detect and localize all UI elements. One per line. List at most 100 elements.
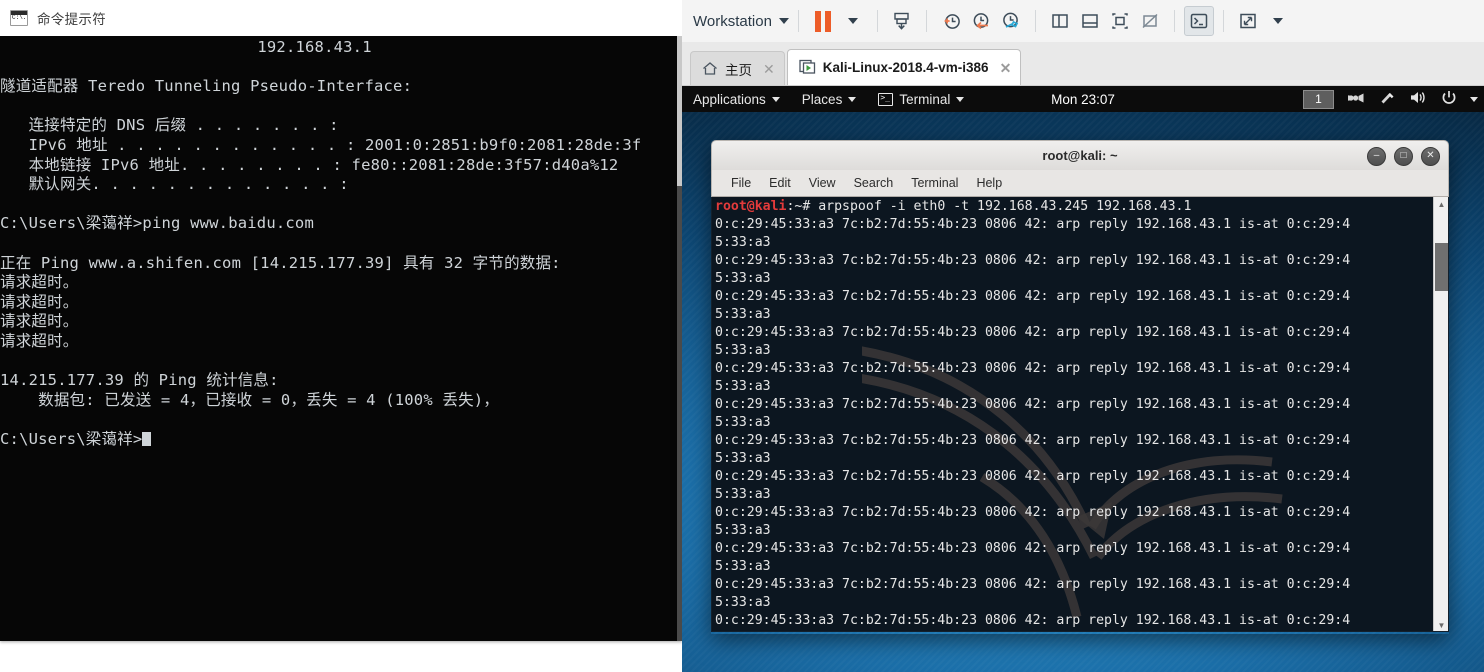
vmware-tab-strip: 主页 ✕ Kali-Linux-2018.4-vm-i386 ✕ [682, 42, 1484, 86]
screencast-icon[interactable] [1347, 91, 1366, 108]
fit-guest-icon [1112, 13, 1128, 29]
prompt-path: :~# [786, 199, 811, 214]
cmd-line [0, 58, 641, 78]
prompt-user: root@kali [715, 199, 787, 214]
snapshot-save-button[interactable] [887, 6, 917, 36]
chevron-down-icon[interactable] [1470, 96, 1478, 102]
fullscreen-button[interactable] [1233, 6, 1263, 36]
terminal-output: root@kali:~# arpspoof -i eth0 -t 192.168… [715, 198, 1432, 631]
terminal-menu-terminal[interactable]: Terminal [902, 176, 967, 190]
cmd-line: 本地链接 IPv6 地址. . . . . . . . : fe80::2081… [0, 155, 619, 174]
cmd-icon [10, 10, 28, 26]
console-view-button[interactable] [1183, 6, 1214, 36]
terminal-output-line: 0:c:29:45:33:a3 7c:b2:7d:55:4b:23 0806 4… [715, 253, 1351, 268]
tab-kali-vm-label: Kali-Linux-2018.4-vm-i386 [822, 60, 989, 75]
cmd-line: 请求超时。 [0, 331, 79, 350]
cmd-line: IPv6 地址 . . . . . . . . . . . . : 2001:0… [0, 135, 642, 154]
terminal-scrollbar-thumb[interactable] [1435, 243, 1448, 291]
close-icon[interactable]: ✕ [1421, 146, 1440, 166]
scroll-up-icon[interactable]: ▲ [1434, 197, 1448, 211]
command-prompt-window[interactable]: 命令提示符 192.168.43.1 隧道适配器 Teredo Tunnelin… [0, 0, 682, 641]
terminal-output-wrap: 5:33:a3 [715, 235, 771, 250]
tab-home-label: 主页 [725, 62, 752, 78]
vmware-workstation-window[interactable]: Workstation 主页 ✕ Kali-Linux-2018.4-vm-i3… [682, 0, 1484, 672]
power-icon[interactable] [1441, 90, 1457, 109]
snapshot-take-button[interactable] [936, 6, 966, 36]
chevron-down-icon [1272, 18, 1283, 24]
cmd-line: C:\Users\梁蔼祥> [0, 430, 641, 450]
cmd-line: 请求超时。 [0, 273, 79, 292]
terminal-menu-edit[interactable]: Edit [760, 176, 800, 190]
active-app-menu[interactable]: Terminal [867, 86, 975, 112]
vmware-toolbar: Workstation [682, 0, 1484, 43]
cmd-line [0, 410, 641, 430]
cmd-line: C:\Users\梁蔼祥>ping www.baidu.com [0, 214, 314, 233]
menu-applications[interactable]: Applications [682, 86, 791, 112]
terminal-menu-help[interactable]: Help [967, 176, 1011, 190]
snapshot-revert-icon [973, 13, 989, 30]
toolbar-separator [1034, 10, 1036, 32]
terminal-menu-search[interactable]: Search [845, 176, 903, 190]
terminal-output-wrap: 5:33:a3 [715, 379, 771, 394]
pause-dropdown-button[interactable] [838, 6, 868, 36]
cmd-line: 默认网关. . . . . . . . . . . . . : [0, 175, 349, 194]
minimize-icon[interactable]: – [1367, 146, 1386, 166]
snapshot-manager-icon [1003, 12, 1019, 28]
cmd-line: 连接特定的 DNS 后缀 . . . . . . . : [0, 116, 339, 135]
cmd-line: 隧道适配器 Teredo Tunneling Pseudo-Interface: [0, 77, 413, 96]
menu-applications-label: Applications [693, 91, 766, 107]
cmd-line: 正在 Ping www.a.shifen.com [14.215.177.39]… [0, 253, 561, 272]
cmd-titlebar[interactable]: 命令提示符 [0, 0, 682, 37]
fit-guest-button[interactable] [1105, 6, 1135, 36]
terminal-menu-file[interactable]: File [722, 176, 760, 190]
terminal-output-wrap: 5:33:a3 [715, 559, 771, 574]
thumbnail-bar-icon [1082, 14, 1098, 28]
toolbar-separator [1222, 10, 1224, 32]
show-thumbnails-button[interactable] [1075, 6, 1105, 36]
terminal-window[interactable]: root@kali: ~ – □ ✕ File Edit View Search Ter… [711, 140, 1449, 634]
terminal-output-line: 0:c:29:45:33:a3 7c:b2:7d:55:4b:23 0806 4… [715, 361, 1351, 376]
fullscreen-dropdown-button[interactable] [1263, 6, 1293, 36]
cmd-line [0, 234, 641, 254]
cmd-line: 请求超时。 [0, 312, 79, 331]
snapshot-manager-button[interactable] [996, 6, 1026, 36]
terminal-output-wrap: 5:33:a3 [715, 271, 771, 286]
terminal-output-line: 0:c:29:45:33:a3 7c:b2:7d:55:4b:23 0806 4… [715, 433, 1351, 448]
terminal-menu-view[interactable]: View [800, 176, 845, 190]
terminal-screen[interactable]: root@kali:~# arpspoof -i eth0 -t 192.168… [711, 197, 1449, 632]
workspace-indicator[interactable]: 1 [1303, 89, 1334, 109]
home-icon [702, 61, 718, 76]
tab-home[interactable]: 主页 ✕ [690, 51, 785, 85]
terminal-output-line: 0:c:29:45:33:a3 7c:b2:7d:55:4b:23 0806 4… [715, 541, 1351, 556]
tab-kali-vm[interactable]: Kali-Linux-2018.4-vm-i386 ✕ [786, 49, 1022, 85]
pause-vm-button[interactable] [808, 6, 838, 36]
toolbar-separator [1173, 10, 1175, 32]
cmd-line: 请求超时。 [0, 292, 79, 311]
cmd-line: 数据包: 已发送 = 4，已接收 = 0，丢失 = 4 (100% 丢失)， [0, 390, 500, 409]
terminal-window-controls: – □ ✕ [1367, 141, 1440, 171]
terminal-scrollbar[interactable]: ▲ ▼ [1433, 197, 1448, 631]
terminal-output-wrap: 5:33:a3 [715, 415, 771, 430]
brightness-icon[interactable] [1379, 90, 1396, 109]
panel-clock[interactable]: Mon 23:07 [1051, 92, 1115, 107]
pause-icon [814, 10, 831, 32]
cmd-console-area[interactable]: 192.168.43.1 隧道适配器 Teredo Tunneling Pseu… [0, 36, 682, 641]
autofit-button[interactable] [1135, 6, 1165, 36]
tab-home-close-icon[interactable]: ✕ [763, 62, 775, 76]
maximize-icon[interactable]: □ [1394, 146, 1413, 166]
show-library-button[interactable] [1045, 6, 1075, 36]
terminal-output-wrap: 5:33:a3 [715, 307, 771, 322]
guest-screen-kali[interactable]: Applications Places Terminal Mon 23:07 1 [682, 86, 1484, 672]
autofit-disabled-icon [1142, 13, 1158, 29]
snapshot-revert-button[interactable] [966, 6, 996, 36]
workstation-menu-button[interactable]: Workstation [693, 13, 789, 30]
screen-root: 命令提示符 192.168.43.1 隧道适配器 Teredo Tunnelin… [0, 0, 1484, 672]
terminal-output-wrap: 5:33:a3 [715, 523, 771, 538]
cmd-line: 192.168.43.1 [0, 38, 372, 56]
scroll-down-icon[interactable]: ▼ [1434, 618, 1448, 631]
terminal-titlebar[interactable]: root@kali: ~ – □ ✕ [711, 140, 1449, 170]
volume-icon[interactable] [1409, 90, 1428, 108]
menu-places[interactable]: Places [791, 86, 868, 112]
tab-kali-vm-close-icon[interactable]: ✕ [1000, 61, 1012, 75]
cmd-line [0, 195, 641, 215]
